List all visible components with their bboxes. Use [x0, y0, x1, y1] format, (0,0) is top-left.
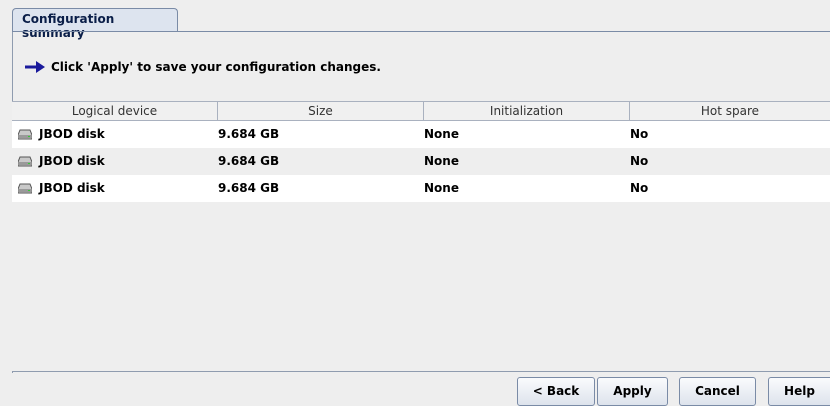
cell-size: 9.684 GB: [218, 127, 280, 141]
cell-logical-device: JBOD disk: [39, 181, 105, 195]
cancel-button[interactable]: Cancel: [679, 377, 756, 406]
cell-logical-device: JBOD disk: [39, 154, 105, 168]
cell-hot-spare: No: [630, 154, 649, 168]
disk-icon: [18, 156, 32, 167]
cell-size: 9.684 GB: [218, 154, 280, 168]
cell-initialization: None: [424, 181, 459, 195]
column-header-initialization[interactable]: Initialization: [424, 102, 630, 120]
cell-size: 9.684 GB: [218, 181, 280, 195]
summary-table: Logical device Size Initialization Hot s…: [12, 101, 830, 372]
info-text: Click 'Apply' to save your configuration…: [51, 60, 381, 74]
tab-configuration-summary[interactable]: Configuration summary: [12, 8, 178, 40]
info-message: Click 'Apply' to save your configuration…: [24, 58, 381, 76]
table-row[interactable]: JBOD disk 9.684 GB None No: [12, 121, 830, 148]
cell-hot-spare: No: [630, 127, 649, 141]
cell-initialization: None: [424, 127, 459, 141]
disk-icon: [18, 129, 32, 140]
table-row[interactable]: JBOD disk 9.684 GB None No: [12, 175, 830, 202]
table-header: Logical device Size Initialization Hot s…: [12, 101, 830, 121]
column-header-logical-device[interactable]: Logical device: [12, 102, 218, 120]
back-button[interactable]: < Back: [517, 377, 595, 406]
table-row[interactable]: JBOD disk 9.684 GB None No: [12, 148, 830, 175]
disk-icon: [18, 183, 32, 194]
cell-initialization: None: [424, 154, 459, 168]
cell-logical-device: JBOD disk: [39, 127, 105, 141]
apply-button[interactable]: Apply: [597, 377, 668, 406]
column-header-size[interactable]: Size: [218, 102, 424, 120]
cell-hot-spare: No: [630, 181, 649, 195]
column-header-hot-spare[interactable]: Hot spare: [630, 102, 830, 120]
help-button[interactable]: Help: [768, 377, 830, 406]
arrow-right-icon: [25, 61, 45, 73]
